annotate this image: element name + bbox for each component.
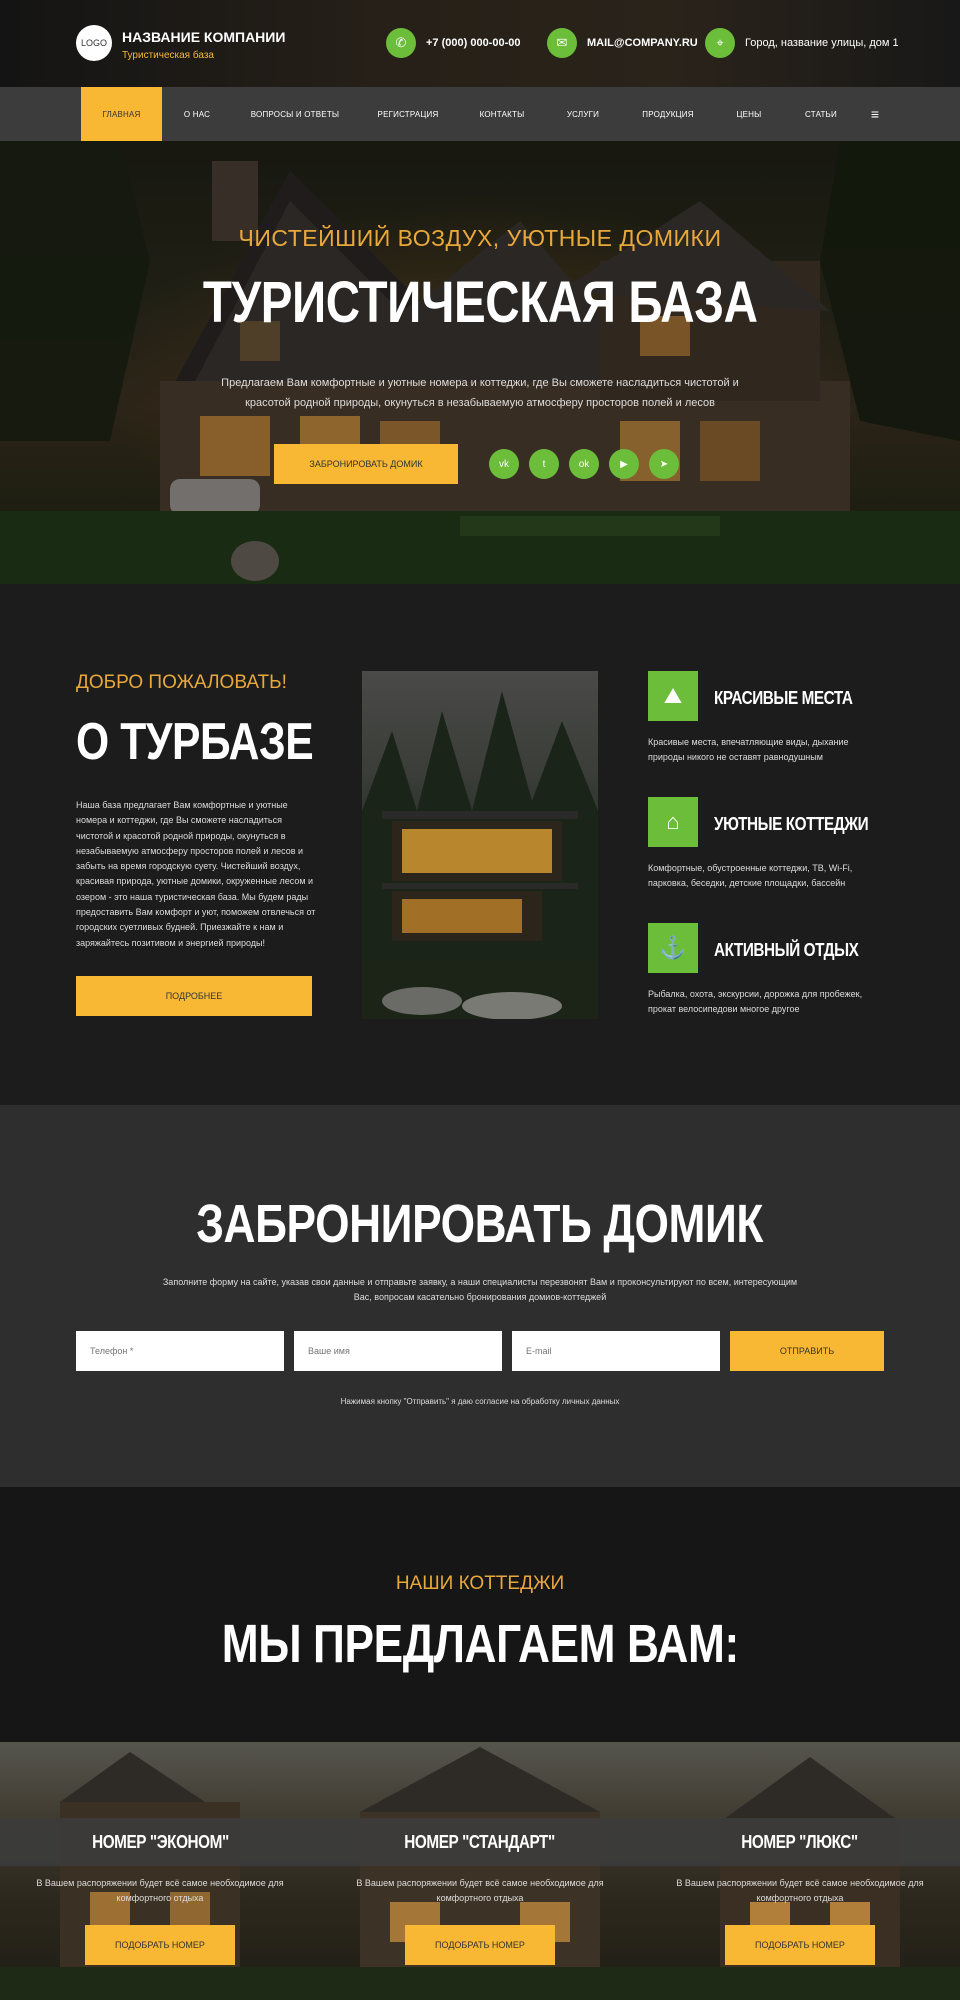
- hero-overlay: [0, 141, 960, 584]
- phone-contact[interactable]: ✆ +7 (000) 000-00-00: [386, 28, 520, 58]
- landscape-icon: ⛰: [648, 671, 698, 721]
- nav-item-about[interactable]: О НАС: [162, 87, 232, 141]
- youtube-icon[interactable]: ▶: [609, 449, 639, 479]
- cottages-pretitle: НАШИ КОТТЕДЖИ: [395, 1573, 565, 1594]
- nav-item-services[interactable]: УСЛУГИ: [546, 87, 620, 141]
- nav-item-registration[interactable]: РЕГИСТРАЦИЯ: [358, 87, 458, 141]
- feature-text: Рыбалка, охота, экскурсии, дорожка для п…: [648, 989, 863, 1014]
- cottage-card-lux: НОМЕР "ЛЮКС" В Вашем распоряжении будет …: [640, 1742, 960, 2000]
- nav-item-articles[interactable]: СТАТЬИ: [782, 87, 860, 141]
- vk-icon[interactable]: vk: [489, 449, 519, 479]
- booking-title: ЗАБРОНИРОВАТЬ ДОМИК: [196, 1194, 764, 1254]
- select-room-button[interactable]: ПОДОБРАТЬ НОМЕР: [405, 1925, 555, 1965]
- about-title: О ТУРБАЗЕ: [76, 713, 314, 771]
- card-text: В Вашем распоряжении будет всё самое нео…: [356, 1878, 604, 1903]
- phone-field[interactable]: [76, 1331, 284, 1371]
- booking-section: ЗАБРОНИРОВАТЬ ДОМИК Заполните форму на с…: [0, 1105, 960, 1487]
- hero-title: ТУРИСТИЧЕСКАЯ БАЗА: [202, 270, 758, 335]
- phone-number[interactable]: +7 (000) 000-00-00: [426, 37, 520, 49]
- menu-icon[interactable]: ≡: [860, 87, 890, 141]
- top-bar: LOGO НАЗВАНИЕ КОМПАНИИ Туристическая баз…: [0, 0, 960, 87]
- email-address[interactable]: MAIL@COMPANY.RU: [587, 37, 698, 49]
- cottage-card-economy: НОМЕР "ЭКОНОМ" В Вашем распоряжении буде…: [0, 1742, 320, 2000]
- select-room-button[interactable]: ПОДОБРАТЬ НОМЕР: [725, 1925, 875, 1965]
- cottage-card-standard: НОМЕР "СТАНДАРТ" В Вашем распоряжении бу…: [320, 1742, 640, 2000]
- card-title: НОМЕР "ЛЮКС": [640, 1818, 960, 1866]
- hero-section: ЧИСТЕЙШИЙ ВОЗДУХ, УЮТНЫЕ ДОМИКИ ТУРИСТИЧ…: [0, 141, 960, 584]
- more-button[interactable]: ПОДРОБНЕЕ: [76, 976, 312, 1016]
- logo[interactable]: LOGO: [76, 25, 112, 61]
- feature-text: Комфортные, обустроенные коттеджи, ТВ, W…: [648, 863, 853, 888]
- odnoklassniki-icon[interactable]: ok: [569, 449, 599, 479]
- cottage-icon: ⌂: [648, 797, 698, 847]
- company-name: НАЗВАНИЕ КОМПАНИИ: [122, 29, 286, 45]
- main-nav: ГЛАВНАЯ О НАС ВОПРОСЫ И ОТВЕТЫ РЕГИСТРАЦ…: [0, 87, 960, 141]
- nav-item-products[interactable]: ПРОДУКЦИЯ: [620, 87, 716, 141]
- hero-subtitle: ЧИСТЕЙШИЙ ВОЗДУХ, УЮТНЫЕ ДОМИКИ: [238, 225, 722, 251]
- book-cottage-button[interactable]: ЗАБРОНИРОВАТЬ ДОМИК: [274, 444, 458, 484]
- company-tagline: Туристическая база: [122, 50, 214, 61]
- feature-title: АКТИВНЫЙ ОТДЫХ: [714, 940, 859, 960]
- nav-item-faq[interactable]: ВОПРОСЫ И ОТВЕТЫ: [232, 87, 358, 141]
- fishing-icon: ⚓: [648, 923, 698, 973]
- nav-item-home[interactable]: ГЛАВНАЯ: [81, 87, 162, 141]
- card-text: В Вашем распоряжении будет всё самое нео…: [676, 1878, 924, 1903]
- booking-text: Заполните форму на сайте, указав свои да…: [162, 1277, 798, 1302]
- about-image: [362, 671, 598, 1019]
- address-contact: ⌖ Город, название улицы, дом 1: [705, 28, 899, 58]
- nav-item-contacts[interactable]: КОНТАКТЫ: [458, 87, 546, 141]
- about-pretitle: ДОБРО ПОЖАЛОВАТЬ!: [76, 672, 287, 693]
- location-icon: ⌖: [705, 28, 735, 58]
- select-room-button[interactable]: ПОДОБРАТЬ НОМЕР: [85, 1925, 235, 1965]
- feature-title: КРАСИВЫЕ МЕСТА: [714, 688, 853, 708]
- send-button[interactable]: ОТПРАВИТЬ: [730, 1331, 884, 1371]
- hero-text: Предлагаем Вам комфортные и уютные номер…: [221, 377, 739, 409]
- cottages-title: МЫ ПРЕДЛАГАЕМ ВАМ:: [221, 1614, 739, 1674]
- email-field[interactable]: [512, 1331, 720, 1371]
- nav-item-prices[interactable]: ЦЕНЫ: [716, 87, 782, 141]
- name-field[interactable]: [294, 1331, 502, 1371]
- phone-icon: ✆: [386, 28, 416, 58]
- card-title: НОМЕР "ЭКОНОМ": [0, 1818, 320, 1866]
- twitter-icon[interactable]: t: [529, 449, 559, 479]
- email-contact[interactable]: ✉ MAIL@COMPANY.RU: [547, 28, 698, 58]
- about-section: ДОБРО ПОЖАЛОВАТЬ! О ТУРБАЗЕ Наша база пр…: [0, 584, 960, 1105]
- cottages-section: НАШИ КОТТЕДЖИ МЫ ПРЕДЛАГАЕМ ВАМ: НОМЕР "…: [0, 1487, 960, 2000]
- forest-house-image: [362, 691, 598, 1019]
- card-title: НОМЕР "СТАНДАРТ": [320, 1818, 640, 1866]
- consent-note: Нажимая кнопку "Отправить" я даю согласи…: [340, 1397, 620, 1406]
- about-text: Наша база предлагает Вам комфортные и ую…: [76, 800, 316, 948]
- mail-icon: ✉: [547, 28, 577, 58]
- feature-title: УЮТНЫЕ КОТТЕДЖИ: [714, 814, 869, 834]
- card-text: В Вашем распоряжении будет всё самое нео…: [36, 1878, 284, 1903]
- feature-text: Красивые места, впечатляющие виды, дыхан…: [648, 737, 849, 762]
- address-text: Город, название улицы, дом 1: [745, 37, 899, 49]
- telegram-icon[interactable]: ➤: [649, 449, 679, 479]
